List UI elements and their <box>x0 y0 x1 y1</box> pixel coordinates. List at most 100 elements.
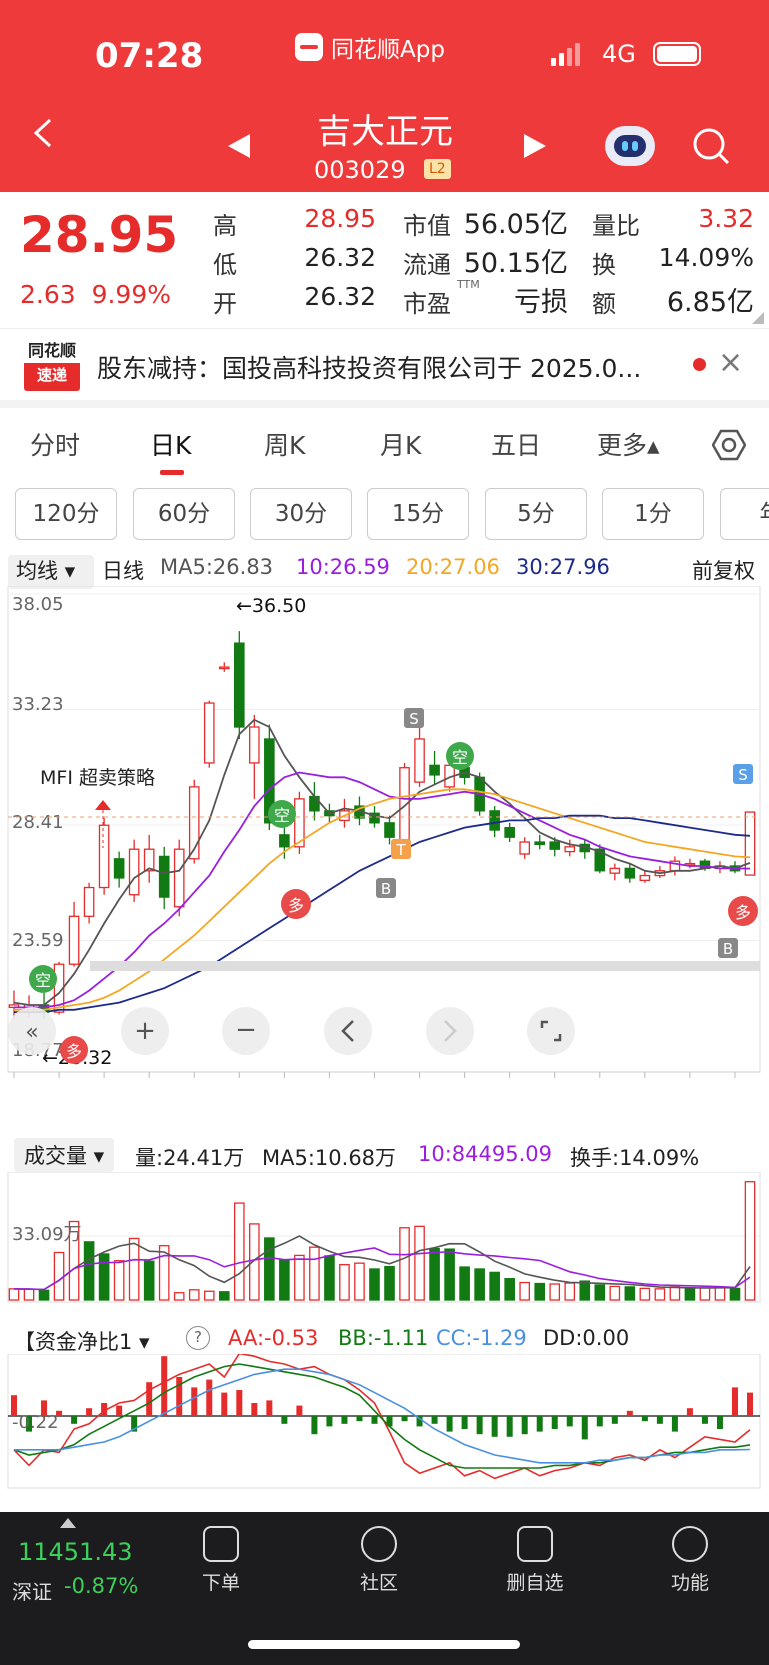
tab-120min[interactable]: 120分 <box>15 488 117 540</box>
ai-robot-icon[interactable] <box>605 126 655 166</box>
pan-scrollbar[interactable] <box>90 961 760 971</box>
candle-body <box>414 738 425 783</box>
prev-stock-button[interactable] <box>228 134 250 158</box>
fund-bar <box>236 1390 243 1416</box>
low-value: 26.32 <box>304 243 376 272</box>
svg-text:多: 多 <box>66 1042 82 1061</box>
turnover-label: 换 <box>592 251 616 279</box>
signal-duo-1[interactable]: 多 <box>60 1036 88 1064</box>
search-icon[interactable] <box>692 127 730 165</box>
mktcap-label: 市值 <box>403 212 451 240</box>
y-tick-label: 23.59 <box>12 930 64 951</box>
ma-dropdown[interactable]: 均线 ▾ <box>16 555 75 585</box>
svg-text:空: 空 <box>35 971 51 990</box>
volume-dropdown[interactable]: 成交量 ▾ <box>14 1138 115 1172</box>
tab-daily-k[interactable]: 日K <box>150 426 191 462</box>
signal-b-2[interactable]: B <box>718 938 738 958</box>
fund-bar <box>686 1408 693 1416</box>
open-label: 开 <box>213 290 237 318</box>
tab-5min[interactable]: 5分 <box>485 488 587 540</box>
volume-bar <box>339 1263 350 1301</box>
back-arrow-icon[interactable] <box>30 118 60 148</box>
volume-chart[interactable]: 33.09万 <box>0 1172 769 1308</box>
news-text[interactable]: 股东减持：国投高科技投资有限公司于 2025.0... <box>97 349 687 385</box>
home-indicator[interactable] <box>248 1640 520 1649</box>
nav-remove-watchlist[interactable]: 删自选 <box>490 1526 580 1595</box>
candle-body <box>429 764 440 776</box>
fullscreen-button[interactable] <box>527 1007 575 1055</box>
signal-b-1[interactable]: B <box>376 878 396 898</box>
volume-bar <box>684 1287 696 1301</box>
status-app: 同花顺App <box>295 30 445 64</box>
ma5-value: MA5:26.83 <box>160 555 274 579</box>
signal-kong-2[interactable]: 空 <box>268 800 296 828</box>
index-value[interactable]: 11451.43 <box>18 1538 133 1566</box>
corner-triangle-icon <box>752 312 764 324</box>
scroll-right-button[interactable] <box>426 1007 474 1055</box>
unread-dot <box>693 358 706 371</box>
tab-30min[interactable]: 30分 <box>250 488 352 540</box>
tab-monthly-k[interactable]: 月K <box>380 426 421 462</box>
level2-badge[interactable]: L2 <box>424 159 451 179</box>
candle-body <box>233 642 245 728</box>
nav-community[interactable]: 社区 <box>334 1526 424 1595</box>
nav-remove-label: 删自选 <box>506 1572 564 1594</box>
scroll-left-button[interactable] <box>324 1007 372 1055</box>
signal-duo-3[interactable]: 多 <box>728 896 758 926</box>
volume-bar <box>38 1289 50 1301</box>
fund-bar <box>341 1416 348 1424</box>
ma-line-ma20 <box>14 788 751 1011</box>
fund-aa: AA:-0.53 <box>228 1326 319 1350</box>
fund-bar <box>281 1416 288 1424</box>
fund-bar <box>641 1416 648 1422</box>
nav-order-label: 下单 <box>201 1572 240 1594</box>
section-divider <box>0 400 769 408</box>
fund-cc: CC:-1.29 <box>436 1326 527 1350</box>
fund-bar <box>296 1405 303 1416</box>
help-icon[interactable]: ? <box>186 1326 210 1350</box>
fund-bar <box>701 1416 708 1424</box>
nav-functions[interactable]: 功能 <box>645 1526 735 1595</box>
candle-body <box>203 702 215 764</box>
next-stock-button[interactable] <box>524 134 546 158</box>
tab-1min[interactable]: 1分 <box>602 488 704 540</box>
settings-hexagon-icon[interactable] <box>712 428 746 462</box>
fund-bar <box>71 1416 78 1424</box>
signal-kong-1[interactable]: 空 <box>29 965 57 993</box>
tab-more[interactable]: 更多▴ <box>597 426 660 462</box>
signal-kong-3[interactable]: 空 <box>446 742 474 770</box>
tab-intraday[interactable]: 分时 <box>30 426 80 462</box>
svg-text:空: 空 <box>274 806 290 825</box>
close-icon[interactable]: × <box>718 345 743 380</box>
candlestick-chart[interactable]: 38.05 33.23 28.41 23.59 18.77 ←36.50 ←20… <box>0 586 769 1086</box>
fund-bar <box>356 1416 363 1422</box>
zoom-in-button[interactable]: + <box>121 1007 169 1055</box>
ma10-value: 10:26.59 <box>296 555 390 579</box>
tab-year[interactable]: 年 <box>720 488 769 540</box>
adjust-mode[interactable]: 前复权 <box>692 555 755 585</box>
news-ticker[interactable]: 同花顺 速递 股东减持：国投高科技投资有限公司于 2025.0... × <box>0 328 769 400</box>
tab-five-day[interactable]: 五日 <box>491 426 541 462</box>
signal-t-1[interactable]: T <box>391 839 411 859</box>
tab-15min[interactable]: 15分 <box>367 488 469 540</box>
volume-bar <box>83 1241 95 1301</box>
fund-ratio-chart[interactable]: -0.22 <box>0 1354 769 1494</box>
collapse-left-button[interactable]: « <box>8 1007 56 1055</box>
zoom-out-button[interactable]: − <box>222 1007 270 1055</box>
volume-bar <box>654 1288 666 1301</box>
y-tick-label: 38.05 <box>12 594 64 615</box>
tab-60min[interactable]: 60分 <box>133 488 235 540</box>
status-app-name: 同花顺App <box>331 37 445 63</box>
fund-bar <box>671 1416 678 1432</box>
signal-s-1[interactable]: S <box>404 708 424 728</box>
stock-name: 吉大正元 <box>317 112 453 152</box>
fund-dropdown[interactable]: 【资金净比1 ▾ <box>14 1326 150 1356</box>
low-label: 低 <box>213 251 237 279</box>
candle-body <box>489 810 500 831</box>
ma-line-ma30 <box>14 814 751 1014</box>
signal-duo-2[interactable]: 多 <box>281 889 311 919</box>
nav-order[interactable]: 下单 <box>176 1526 266 1595</box>
tab-weekly-k[interactable]: 周K <box>264 426 305 462</box>
fund-bar <box>596 1416 603 1427</box>
signal-s-2[interactable]: S <box>733 764 753 784</box>
